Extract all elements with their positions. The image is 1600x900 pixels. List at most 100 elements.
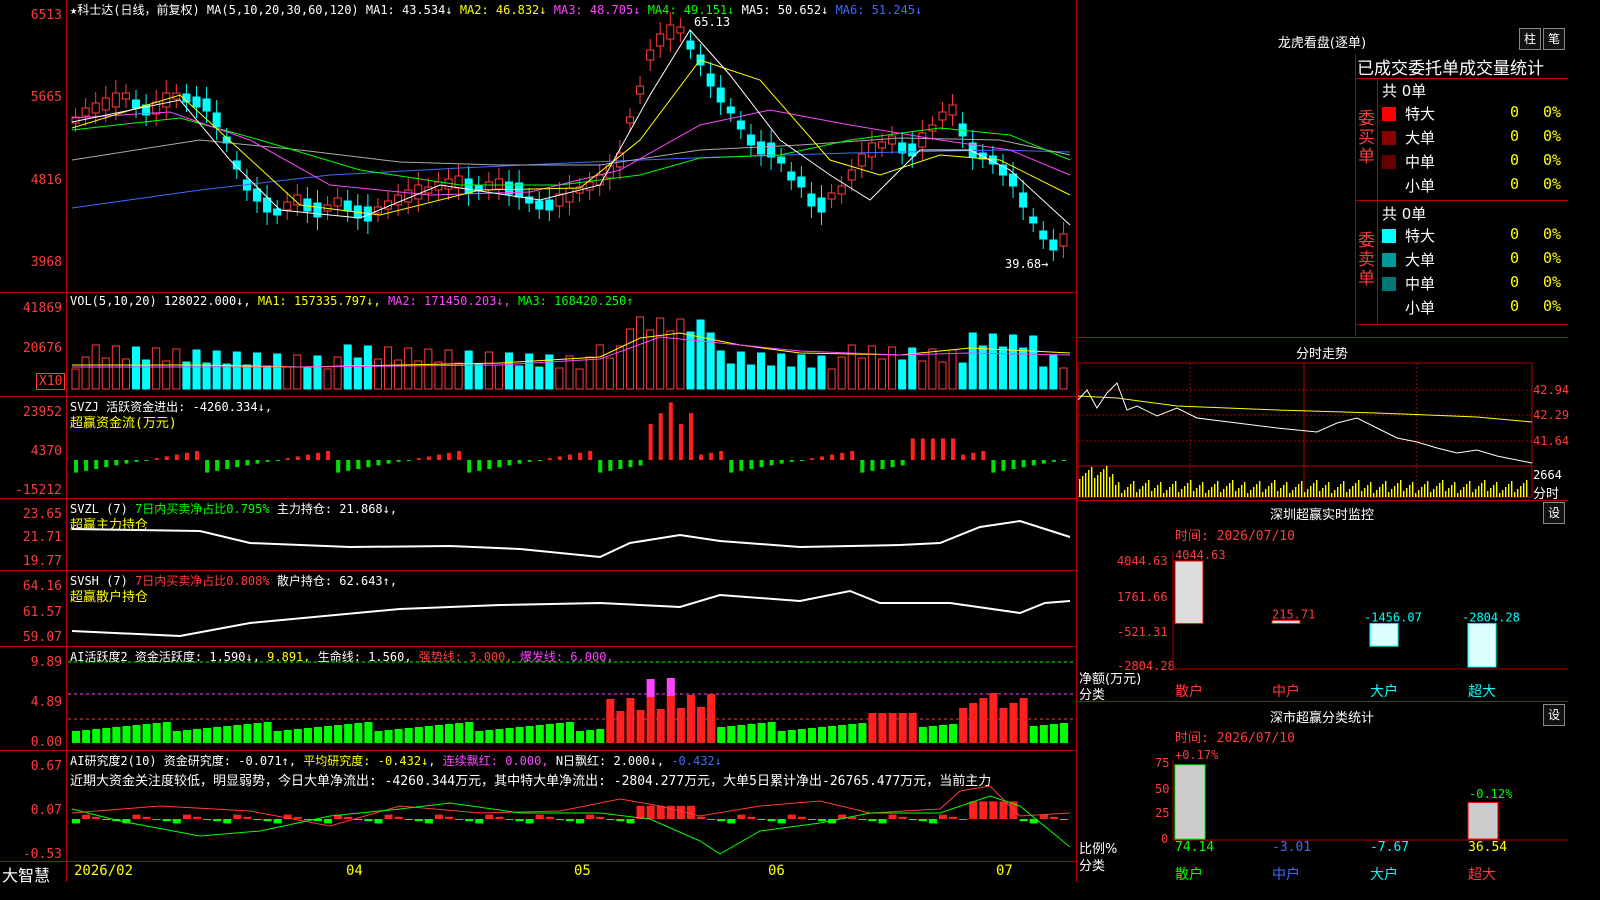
sz-class-panel[interactable]: 深市超赢分类统计 设 时间: 2026/07/10 75 50 25 0 比例%… xyxy=(1077,702,1568,883)
sz-monitor-bar-label: -2804.28 xyxy=(1462,611,1520,625)
intraday-volume-bar xyxy=(1226,486,1228,497)
svzj-chart[interactable] xyxy=(0,397,1076,498)
research-bar xyxy=(989,801,998,819)
intraday-volume-bar xyxy=(1466,484,1468,497)
intraday-volume-bar xyxy=(1490,488,1492,497)
fund-flow-bar xyxy=(779,460,784,464)
intraday-chart[interactable] xyxy=(1077,338,1568,500)
fund-flow-bar xyxy=(346,460,351,471)
research-bar xyxy=(565,819,575,822)
sell-row-value: 0 xyxy=(1510,297,1520,315)
intraday-volume-bar xyxy=(1313,483,1315,497)
fund-flow-bar xyxy=(598,460,603,473)
intraday-volume-bar xyxy=(1358,480,1360,497)
intraday-volume-bar xyxy=(1214,484,1216,497)
intraday-volume-bar xyxy=(1526,480,1528,497)
fund-flow-bar xyxy=(114,460,119,466)
intraday-volume-bar xyxy=(1361,491,1363,497)
volume-bar xyxy=(898,359,907,390)
intraday-volume-bar xyxy=(1418,490,1420,497)
intraday-volume-bar xyxy=(1169,487,1171,497)
fund-flow-bar xyxy=(819,456,825,460)
volume-pane[interactable]: VOL(5,10,20) 128022.000↓, MA1: 157335.79… xyxy=(0,293,1076,396)
activity-bar xyxy=(969,703,978,743)
volume-chart[interactable] xyxy=(0,293,1076,396)
research-bar xyxy=(273,819,282,824)
research-bar xyxy=(253,819,262,820)
sz-monitor-panel[interactable]: 深圳超赢实时监控 设 时间: 2026/07/10 4044.63 1761.6… xyxy=(1077,501,1568,703)
fund-flow-bar xyxy=(648,424,653,460)
sz-class-chart[interactable] xyxy=(1077,702,1568,882)
intraday-volume-bar xyxy=(1496,482,1498,497)
intraday-volume-bar xyxy=(1184,486,1186,497)
intraday-panel[interactable]: 分时走势 42.94 42.29 41.64 2664 分时 xyxy=(1077,338,1569,502)
ai-activity-pane[interactable]: AI活跃度2 资金活跃度: 1.590↓, 9.891, 生命线: 1.560,… xyxy=(0,647,1076,750)
research-bar xyxy=(404,819,413,820)
tick-view-button[interactable]: 笔 xyxy=(1543,28,1565,50)
fund-flow-bar xyxy=(1001,460,1006,471)
volume-bar xyxy=(787,366,796,390)
ai-research-chart[interactable] xyxy=(0,751,1076,861)
svsh-chart[interactable] xyxy=(0,571,1076,646)
activity-bar xyxy=(273,731,282,743)
volume-bar xyxy=(293,354,302,390)
sell-row-name: 中单 xyxy=(1405,275,1436,293)
intraday-volume-bar xyxy=(1160,482,1162,497)
activity-bar xyxy=(747,724,756,743)
kline-chart[interactable] xyxy=(0,0,1076,292)
activity-bar xyxy=(727,726,736,743)
activity-bar xyxy=(505,728,514,743)
intraday-volume-bar xyxy=(1340,484,1342,497)
volume-bar xyxy=(494,364,503,390)
intraday-volume-bar xyxy=(1148,480,1150,497)
volume-bar xyxy=(575,368,584,390)
svzl-pane[interactable]: SVZL (7) 7日内买卖净占比0.795% 主力持仓: 21.868↓, 超… xyxy=(0,499,1076,570)
volume-bar xyxy=(212,350,221,390)
research-bar xyxy=(858,819,867,820)
volume-bar xyxy=(222,363,231,390)
intraday-volume-bar xyxy=(1439,483,1441,497)
sell-row-percent: 0% xyxy=(1543,249,1562,267)
candle xyxy=(131,99,141,109)
intraday-volume-bar xyxy=(1478,486,1480,497)
kline-pane[interactable]: 6513 5665 4816 3968 ★科士达(日线，前复权) MA(5,10… xyxy=(0,0,1076,882)
fund-flow-bar xyxy=(1021,460,1026,468)
sz-class-bar xyxy=(1174,764,1206,840)
intraday-volume-bar xyxy=(1487,491,1489,497)
ai-research-pane[interactable]: AI研究度2(10) 资金研究度: -0.071↑, 平均研究度: -0.432… xyxy=(0,751,1076,862)
activity-bar xyxy=(848,724,857,743)
bar-view-button[interactable]: 柱 xyxy=(1519,28,1541,50)
volume-bar xyxy=(555,367,564,390)
research-bar xyxy=(717,819,726,822)
research-bar xyxy=(707,819,716,820)
svzl-chart[interactable] xyxy=(0,499,1076,570)
volume-bar xyxy=(242,364,251,390)
buy-total: 共 0单 xyxy=(1382,82,1427,100)
sz-monitor-chart[interactable]: 4044.63 215.71 -1456.07 -2804.28 xyxy=(1077,501,1568,701)
research-bar xyxy=(686,805,695,819)
activity-bar xyxy=(565,722,575,743)
fund-flow-bar xyxy=(920,438,925,460)
fund-flow-bar xyxy=(467,460,472,473)
research-bar xyxy=(525,819,534,824)
intraday-volume-bar xyxy=(1355,483,1357,497)
activity-bar xyxy=(334,725,343,743)
intraday-volume-bar xyxy=(1139,489,1141,497)
activity-bar xyxy=(374,731,383,743)
fund-flow-bar xyxy=(830,454,835,460)
ai-activity-chart[interactable] xyxy=(0,647,1076,750)
intraday-volume-bar xyxy=(1463,487,1465,497)
volume-bar xyxy=(484,351,493,390)
fund-flow-bar xyxy=(295,456,300,460)
activity-bar xyxy=(475,731,484,743)
sell-row-name: 特大 xyxy=(1405,227,1436,245)
candle xyxy=(656,33,665,47)
activity-bar xyxy=(324,726,333,743)
intraday-volume-bar xyxy=(1469,481,1471,497)
research-bar xyxy=(969,801,978,819)
svzj-pane[interactable]: SVZJ 活跃资金进出: -4260.334↓, 超赢资金流(万元) 23952… xyxy=(0,397,1076,498)
candle xyxy=(877,141,887,149)
svsh-pane[interactable]: SVSH (7) 7日内买卖净占比0.808% 散户持仓: 62.643↑, 超… xyxy=(0,571,1076,646)
sell-side-label: 委卖单 xyxy=(1358,231,1375,289)
volume-bar xyxy=(595,344,604,390)
